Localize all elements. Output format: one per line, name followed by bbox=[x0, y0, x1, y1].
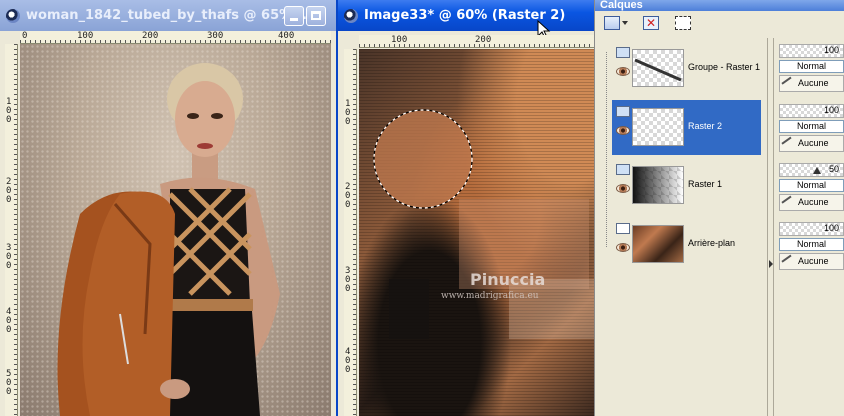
layer-tree-line bbox=[606, 52, 607, 247]
chevron-down-icon[interactable] bbox=[622, 21, 628, 25]
image33-window-titlebar[interactable]: Image33* @ 60% (Raster 2) bbox=[338, 0, 594, 31]
image33-ruler-top: 100 200 bbox=[359, 35, 594, 48]
layer-thumbnail bbox=[632, 49, 684, 87]
link-icon bbox=[781, 254, 796, 269]
layer-type-icon bbox=[616, 164, 630, 175]
minimize-icon[interactable] bbox=[284, 6, 304, 26]
woman-canvas[interactable] bbox=[20, 44, 331, 416]
desktop: woman_1842_tubed_by_thafs @ 65%... 0 100… bbox=[0, 0, 844, 416]
new-layer-icon[interactable] bbox=[604, 16, 620, 30]
eye-icon[interactable] bbox=[616, 126, 630, 135]
layer-name: Groupe - Raster 1 bbox=[688, 62, 761, 72]
layer-type-icon bbox=[616, 106, 630, 117]
layer-row-raster-2[interactable]: Raster 2 bbox=[612, 100, 761, 155]
image33-ruler-left: 1 0 0 2 0 0 3 0 0 4 0 0 bbox=[344, 49, 357, 416]
layer-type-icon bbox=[616, 47, 630, 58]
opacity-slider[interactable]: 100 bbox=[779, 44, 844, 58]
link-select[interactable]: Aucune bbox=[779, 135, 844, 152]
layer-name: Raster 1 bbox=[688, 179, 723, 189]
blend-mode-select[interactable]: Normal bbox=[779, 60, 844, 73]
woman-ruler-top: 0 100 200 300 400 bbox=[20, 31, 331, 44]
link-icon bbox=[781, 76, 796, 91]
opacity-slider[interactable]: 100 bbox=[779, 104, 844, 118]
app-icon bbox=[344, 8, 358, 23]
woman-window-title: woman_1842_tubed_by_thafs @ 65%... bbox=[26, 8, 307, 23]
woman-image-window[interactable]: woman_1842_tubed_by_thafs @ 65%... 0 100… bbox=[0, 0, 337, 416]
link-select[interactable]: Aucune bbox=[779, 194, 844, 211]
panel-splitter[interactable] bbox=[767, 38, 774, 416]
eye-icon[interactable] bbox=[616, 184, 630, 193]
image33-window[interactable]: Image33* @ 60% (Raster 2) 100 200 1 0 0 … bbox=[336, 0, 594, 416]
opacity-slider[interactable]: 50 bbox=[779, 163, 844, 177]
blend-mode-select[interactable]: Normal bbox=[779, 120, 844, 133]
mask-icon[interactable] bbox=[675, 16, 691, 30]
link-select[interactable]: Aucune bbox=[779, 253, 844, 270]
eye-icon[interactable] bbox=[616, 67, 630, 76]
watermark-url: www.madrigrafica.eu bbox=[441, 291, 539, 301]
layer-row-arriere-plan[interactable]: Arrière-plan bbox=[612, 217, 761, 272]
layer-thumbnail bbox=[632, 166, 684, 204]
blend-mode-select[interactable]: Normal bbox=[779, 179, 844, 192]
layer-thumbnail bbox=[632, 225, 684, 263]
layer-row-raster-1[interactable]: Raster 1 bbox=[612, 158, 761, 213]
woman-ruler-left: 1 0 0 2 0 0 3 0 0 4 0 0 5 0 0 bbox=[5, 44, 18, 416]
eye-icon[interactable] bbox=[616, 243, 630, 252]
layer-type-icon bbox=[616, 223, 630, 234]
blend-mode-select[interactable]: Normal bbox=[779, 238, 844, 251]
opacity-slider[interactable]: 100 bbox=[779, 222, 844, 236]
layer-thumbnail bbox=[632, 108, 684, 146]
delete-layer-icon[interactable]: ✕ bbox=[643, 16, 659, 30]
layer-row-groupe-raster-1[interactable]: Groupe - Raster 1 bbox=[612, 41, 761, 96]
link-icon bbox=[781, 195, 796, 210]
image33-canvas[interactable]: Pinuccia www.madrigrafica.eu bbox=[359, 49, 594, 416]
opacity-thumb-icon[interactable] bbox=[813, 167, 821, 174]
layers-panel-title: Calques bbox=[595, 0, 844, 11]
chevron-right-icon bbox=[769, 260, 773, 268]
maximize-icon[interactable] bbox=[306, 6, 326, 26]
link-icon bbox=[781, 136, 796, 151]
app-icon bbox=[6, 8, 20, 23]
watermark-name: Pinuccia bbox=[470, 270, 546, 289]
link-select[interactable]: Aucune bbox=[779, 75, 844, 92]
woman-portrait bbox=[57, 63, 280, 416]
layers-toolbar: ✕ bbox=[595, 11, 844, 37]
image33-artwork bbox=[373, 109, 594, 339]
layer-name: Arrière-plan bbox=[688, 238, 736, 248]
layer-name: Raster 2 bbox=[688, 121, 723, 131]
